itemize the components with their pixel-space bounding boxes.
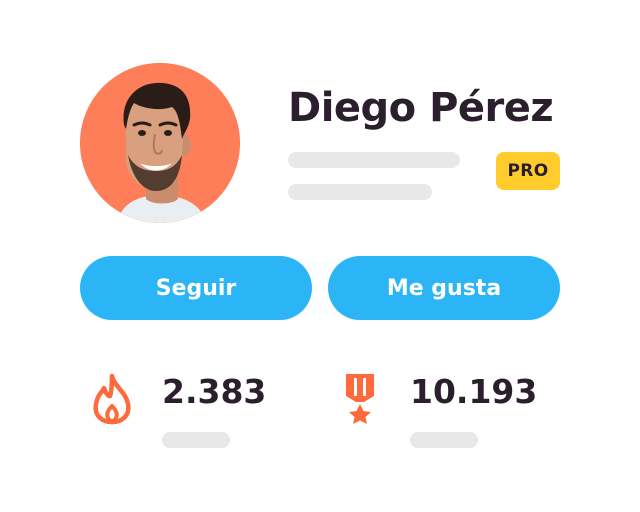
- text-placeholder: [288, 184, 432, 200]
- label-placeholder: [162, 432, 230, 448]
- avatar-photo: [80, 63, 240, 223]
- flame-icon: [93, 373, 131, 425]
- medal-icon: [346, 374, 374, 424]
- text-placeholder: [288, 152, 460, 168]
- profile-name: Diego Pérez: [288, 85, 554, 131]
- flame-count: 2.383: [162, 372, 267, 411]
- like-button[interactable]: Me gusta: [328, 256, 560, 320]
- label-placeholder: [410, 432, 478, 448]
- avatar: [80, 63, 240, 223]
- medal-count: 10.193: [410, 372, 538, 411]
- pro-badge: PRO: [496, 152, 560, 190]
- follow-button[interactable]: Seguir: [80, 256, 312, 320]
